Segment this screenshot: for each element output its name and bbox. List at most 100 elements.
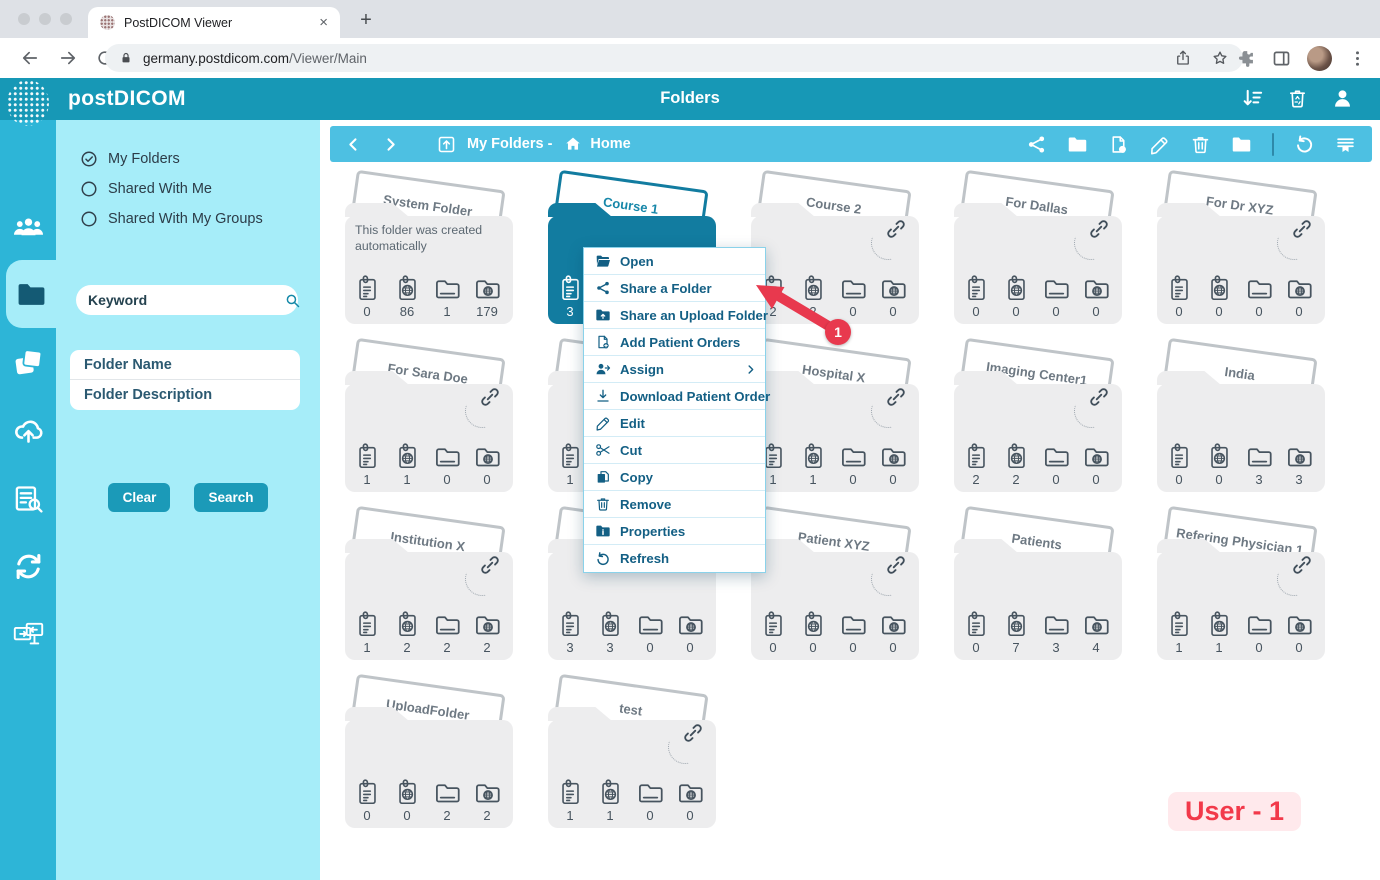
- bookmark-star-icon[interactable]: [1211, 49, 1229, 67]
- folder-card[interactable]: For Sara Doe1100: [345, 346, 513, 496]
- user-icon[interactable]: [1331, 87, 1354, 110]
- back-chevron-icon[interactable]: [344, 135, 363, 154]
- folder-card[interactable]: test1100: [548, 682, 716, 832]
- rail-item-images[interactable]: [0, 328, 56, 396]
- menu-item-open[interactable]: Open: [584, 248, 765, 275]
- extensions-icon[interactable]: [1235, 48, 1256, 69]
- forward-icon[interactable]: [58, 48, 78, 68]
- refresh-icon[interactable]: [1294, 134, 1315, 155]
- folder-body[interactable]: 1100: [548, 720, 716, 828]
- rail-item-sync[interactable]: [0, 532, 56, 600]
- home-icon[interactable]: [564, 135, 582, 153]
- folder-card[interactable]: System FolderThis folder was created aut…: [345, 178, 513, 328]
- folder-body[interactable]: 0000: [1157, 216, 1325, 324]
- folder-body[interactable]: This folder was created automatically086…: [345, 216, 513, 324]
- shared-subfolders-count-icon: [677, 611, 704, 639]
- folder-description-input[interactable]: [84, 387, 286, 403]
- folder-name-input[interactable]: [84, 357, 286, 373]
- breadcrumb-home-label[interactable]: Home: [590, 136, 630, 152]
- share-page-icon[interactable]: [1174, 49, 1192, 67]
- keyword-search-box[interactable]: [76, 285, 298, 315]
- rail-item-folders[interactable]: [6, 260, 56, 328]
- new-tab-button[interactable]: +: [352, 6, 380, 34]
- add-patient-order-icon[interactable]: [1108, 134, 1129, 155]
- menu-item-share-an-upload-folder[interactable]: Share an Upload Folder: [584, 302, 765, 329]
- search-icon[interactable]: [284, 292, 301, 309]
- folder-card[interactable]: Patient XYZ0000: [751, 514, 919, 664]
- folder-counts: 0033: [1159, 443, 1319, 487]
- folder-filter-radio-1[interactable]: Shared With Me: [80, 174, 310, 204]
- folder-body[interactable]: 0000: [954, 216, 1122, 324]
- folder-body[interactable]: 0033: [1157, 384, 1325, 492]
- sort-download-icon[interactable]: [1241, 87, 1264, 110]
- folder-body[interactable]: 1100: [345, 384, 513, 492]
- folder-body[interactable]: 1100: [1157, 552, 1325, 660]
- shared-orders-count: 2: [387, 611, 427, 655]
- upload-folder-icon[interactable]: [1067, 134, 1088, 155]
- menu-item-edit[interactable]: Edit: [584, 410, 765, 437]
- search-button[interactable]: Search: [194, 483, 267, 512]
- folder-card[interactable]: For Dallas0000: [954, 178, 1122, 328]
- browser-profile-avatar[interactable]: [1307, 46, 1332, 71]
- rail-item-order-search[interactable]: [0, 464, 56, 532]
- folder-body[interactable]: 0000: [751, 552, 919, 660]
- rail-item-upload[interactable]: [0, 396, 56, 464]
- count-value: 0: [1175, 304, 1182, 319]
- menu-item-properties[interactable]: Properties: [584, 518, 765, 545]
- delete-icon[interactable]: [1190, 134, 1211, 155]
- keyword-input[interactable]: [88, 292, 284, 308]
- clear-button[interactable]: Clear: [108, 483, 170, 512]
- folder-body[interactable]: 1222: [345, 552, 513, 660]
- count-value: 0: [1255, 304, 1262, 319]
- upload-box-icon[interactable]: [436, 134, 457, 155]
- recycle-bin-icon[interactable]: [1286, 87, 1309, 110]
- folder-filter-radio-0[interactable]: My Folders: [80, 144, 310, 174]
- folder-body[interactable]: 2200: [954, 384, 1122, 492]
- folder-card[interactable]: For Dr XYZ0000: [1157, 178, 1325, 328]
- folder-card[interactable]: Imaging Center12200: [954, 346, 1122, 496]
- back-icon[interactable]: [20, 48, 40, 68]
- subfolders-count-icon: [434, 611, 461, 639]
- side-panel-icon[interactable]: [1271, 48, 1292, 69]
- menu-item-cut[interactable]: Cut: [584, 437, 765, 464]
- folder-body[interactable]: 1100: [751, 384, 919, 492]
- folder-card[interactable]: Institution X1222: [345, 514, 513, 664]
- count-value: 0: [443, 472, 450, 487]
- folder-body[interactable]: 2200: [751, 216, 919, 324]
- folder-filter-radio-2[interactable]: Shared With My Groups: [80, 204, 310, 234]
- folder-card[interactable]: India0033: [1157, 346, 1325, 496]
- menu-item-share-a-folder[interactable]: Share a Folder: [584, 275, 765, 302]
- folder-card[interactable]: Hospital X1100: [751, 346, 919, 496]
- shared-subfolders-count-icon: [474, 443, 501, 471]
- menu-item-add-patient-orders[interactable]: Add Patient Orders: [584, 329, 765, 356]
- link-icon: [682, 722, 704, 744]
- folder-info-icon[interactable]: [1231, 134, 1252, 155]
- url-bar[interactable]: germany.postdicom.com/Viewer/Main: [105, 44, 1243, 72]
- window-controls[interactable]: [18, 13, 72, 25]
- menu-item-copy[interactable]: Copy: [584, 464, 765, 491]
- folder-card[interactable]: Refering Physician 11100: [1157, 514, 1325, 664]
- count-value: 0: [889, 472, 896, 487]
- folder-card[interactable]: Course 22200: [751, 178, 919, 328]
- patient-orders-count-icon: [963, 443, 990, 471]
- share-icon[interactable]: [1026, 134, 1047, 155]
- menu-item-assign[interactable]: Assign: [584, 356, 765, 383]
- worklist-icon[interactable]: [1335, 134, 1356, 155]
- folder-card[interactable]: UploadFolder0022: [345, 682, 513, 832]
- folder-body[interactable]: 0022: [345, 720, 513, 828]
- menu-item-download-patient-order[interactable]: Download Patient Order: [584, 383, 765, 410]
- screenshot-root: PostDICOM Viewer × + germany.postdicom.c…: [0, 0, 1380, 880]
- rail-item-patients[interactable]: [0, 192, 56, 260]
- browser-tab[interactable]: PostDICOM Viewer ×: [88, 7, 340, 38]
- folder-card[interactable]: Patients0734: [954, 514, 1122, 664]
- edit-icon[interactable]: [1149, 134, 1170, 155]
- count-value: 0: [1052, 472, 1059, 487]
- folder-counts: 3300: [550, 611, 710, 655]
- browser-menu-icon[interactable]: [1347, 48, 1368, 69]
- folder-body[interactable]: 0734: [954, 552, 1122, 660]
- menu-item-refresh[interactable]: Refresh: [584, 545, 765, 572]
- rail-item-remote-connect[interactable]: [0, 600, 56, 668]
- forward-chevron-icon[interactable]: [381, 135, 400, 154]
- menu-item-remove[interactable]: Remove: [584, 491, 765, 518]
- tab-close-icon[interactable]: ×: [319, 15, 328, 30]
